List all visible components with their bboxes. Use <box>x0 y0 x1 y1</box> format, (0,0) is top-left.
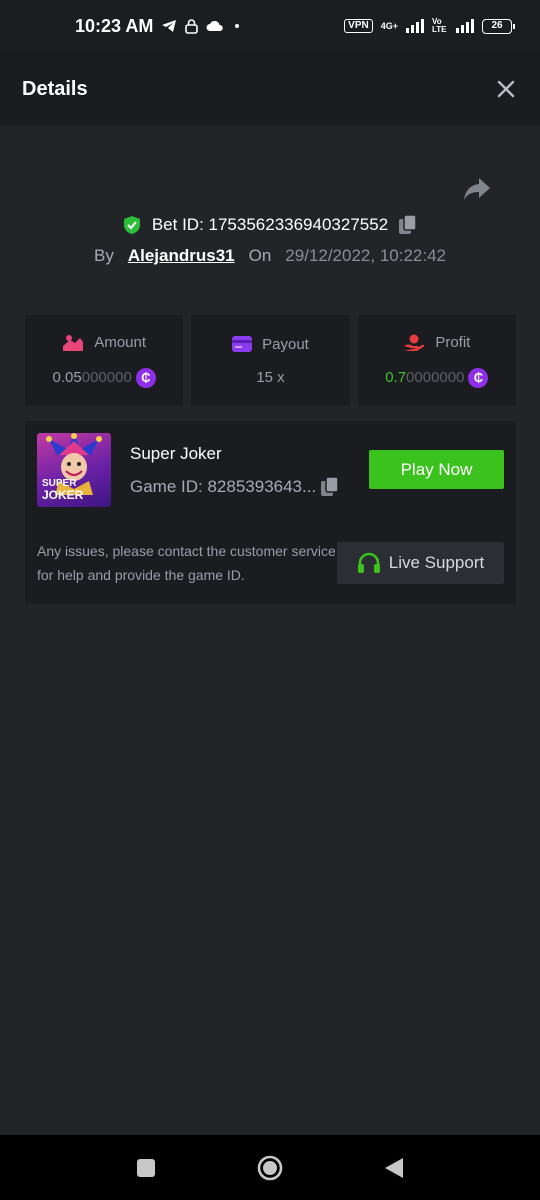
page-title: Details <box>22 77 88 100</box>
share-icon <box>464 178 490 200</box>
bet-id-text: Bet ID: 1753562336940327552 <box>151 215 389 234</box>
details-header: Details <box>0 52 540 126</box>
headset-icon <box>357 552 380 573</box>
wallet-card-icon <box>232 336 253 352</box>
play-now-button[interactable]: Play Now <box>369 450 504 489</box>
stat-payout-head: Payout <box>232 336 309 353</box>
stat-profit-label: Profit <box>435 334 471 351</box>
square-icon <box>137 1158 155 1177</box>
status-notification-icons <box>161 18 242 34</box>
stat-profit: Profit 0.70000000 ₵ <box>357 315 516 406</box>
coin-icon: ₵ <box>468 367 489 388</box>
user-link[interactable]: Alejandrus31 <box>128 246 235 266</box>
stat-amount-value: 0.05000000 ₵ <box>52 367 156 388</box>
vpn-badge: VPN <box>344 19 373 33</box>
battery-level: 26 <box>491 19 503 31</box>
live-support-label: Live Support <box>388 553 485 572</box>
share-button[interactable] <box>462 176 492 204</box>
recents-button[interactable] <box>84 1157 208 1179</box>
on-label: On <box>248 246 272 265</box>
signal-icon <box>406 19 424 33</box>
stat-profit-head: Profit <box>403 334 470 352</box>
shield-check-icon <box>123 216 140 234</box>
game-thumbnail[interactable]: SUPER JOKER <box>37 433 111 507</box>
circle-icon <box>257 1155 283 1180</box>
back-button[interactable] <box>332 1156 456 1180</box>
stat-profit-main: 0.7 <box>385 369 407 386</box>
stat-amount-dim: 000000 <box>81 369 132 386</box>
close-button[interactable] <box>494 77 518 101</box>
network-type: 4G+ <box>380 21 398 31</box>
hand-profit-icon <box>404 334 425 351</box>
help-text: Any issues, please contact the customer … <box>37 543 336 583</box>
stat-amount: Amount 0.05000000 ₵ <box>25 315 184 406</box>
stat-amount-main: 0.05 <box>52 369 82 386</box>
game-name: Super Joker <box>130 444 222 463</box>
battery-icon: 26 <box>482 18 515 34</box>
status-time: 10:23 AM <box>75 15 154 36</box>
coin-icon: ₵ <box>135 367 156 388</box>
bet-id-row: Bet ID: 1753562336940327552 <box>0 214 540 236</box>
home-button[interactable] <box>208 1154 332 1182</box>
bet-author-row: By Alejandrus31 On 29/12/2022, 10:22:42 <box>0 246 540 266</box>
thumbnail-title-line-2: JOKER <box>42 488 84 502</box>
bet-date: 29/12/2022, 10:22:42 <box>285 246 446 265</box>
stat-payout: Payout 15 x <box>191 315 350 406</box>
status-bar: 10:23 AM VPN 4G+ Vo LTE 26 <box>0 0 540 52</box>
copy-icon[interactable] <box>398 214 418 236</box>
close-icon <box>497 80 515 98</box>
dot-icon <box>235 24 240 28</box>
stat-profit-value: 0.70000000 ₵ <box>385 367 489 388</box>
cloud-icon <box>206 20 224 31</box>
game-id-text: Game ID: 8285393643... <box>130 477 317 496</box>
stat-payout-value: 15 x <box>256 368 285 386</box>
stat-amount-head: Amount <box>62 334 146 352</box>
stat-amount-label: Amount <box>94 334 147 351</box>
game-id-row: Game ID: 8285393643... <box>130 476 340 498</box>
telegram-icon <box>162 20 177 32</box>
copy-icon[interactable] <box>320 476 340 498</box>
hand-coins-icon <box>63 334 84 351</box>
stat-payout-label: Payout <box>262 335 309 353</box>
system-nav-bar <box>0 1135 540 1200</box>
by-label: By <box>94 246 114 265</box>
triangle-back-icon <box>385 1157 403 1178</box>
thumbnail-title: SUPER JOKER <box>42 479 84 502</box>
bet-stats: Amount 0.05000000 ₵ Payout 15 x Profit 0… <box>25 315 516 406</box>
status-right-icons: VPN 4G+ Vo LTE 26 <box>344 17 515 34</box>
game-card: SUPER JOKER Super Joker Game ID: 8285393… <box>25 421 516 604</box>
volte-badge: Vo LTE <box>432 17 447 34</box>
stat-profit-dim: 0000000 <box>406 369 465 386</box>
live-support-button[interactable]: Live Support <box>337 542 504 584</box>
lock-icon <box>185 18 199 34</box>
signal-icon-2 <box>456 19 474 33</box>
